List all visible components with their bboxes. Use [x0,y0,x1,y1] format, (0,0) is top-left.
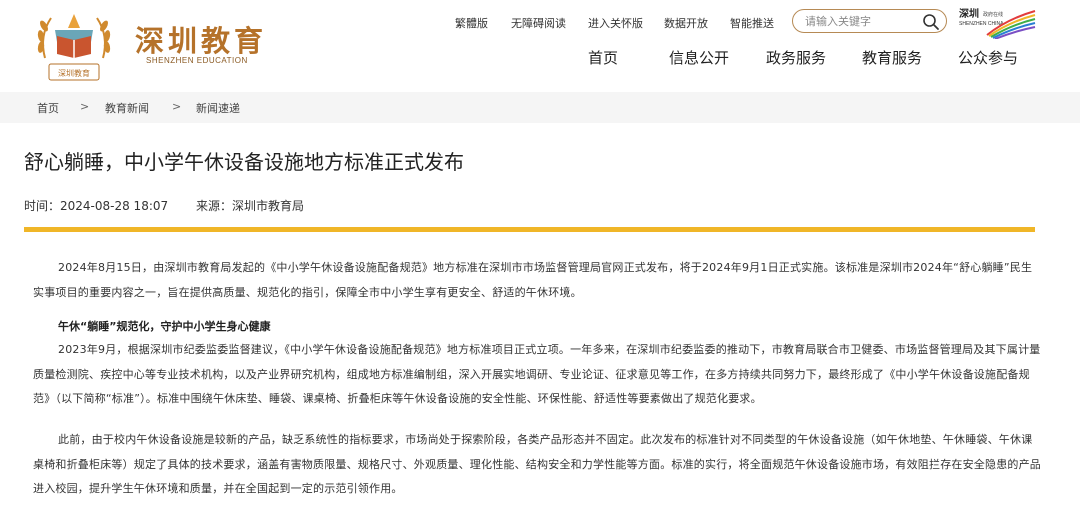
nav-home[interactable]: 首页 [588,47,618,68]
breadcrumb-education-news[interactable]: 教育新闻 [105,100,149,116]
search-icon[interactable] [922,13,940,31]
article-paragraph-1: 2024年8月15日，由深圳市教育局发起的《中小学午休设备设施配备规范》地方标准… [33,261,1033,299]
nav-government-services[interactable]: 政务服务 [766,47,826,68]
shenzhen-education-logo[interactable]: 深圳教育 [33,6,115,86]
brand-title[interactable]: 深圳教育 [135,18,267,60]
logo-lettering: 深圳教育 [58,68,90,78]
care-mode-link[interactable]: 进入关怀版 [588,15,643,31]
nav-education-services[interactable]: 教育服务 [862,47,922,68]
smart-push-link[interactable]: 智能推送 [730,15,774,31]
brand-subtitle: SHENZHEN EDUCATION [146,56,248,65]
breadcrumb-separator: > [80,100,90,113]
article-paragraph-2: 2023年9月，根据深圳市纪委监委监督建议，《中小学午休设备设施配备规范》地方标… [33,343,1041,406]
article-time: 时间：2024-08-28 18:07 [24,199,169,213]
accessible-reading-link[interactable]: 无障碍阅读 [511,15,566,31]
sz-logo-small: 政府在线 [983,11,1003,18]
search-input[interactable] [805,12,915,30]
open-data-link[interactable]: 数据开放 [664,15,708,31]
title-divider [24,227,1035,232]
breadcrumb-home[interactable]: 首页 [37,100,59,116]
site-header: 深圳教育 深圳教育 SHENZHEN EDUCATION 繁體版 无障碍阅读 进… [0,0,1080,92]
article-paragraph-3: 此前，由于校内午休设备设施是较新的产品，缺乏系统性的指标要求，市场尚处于探索阶段… [33,433,1041,496]
search-box [792,9,947,33]
sz-logo-title: 深圳 [959,7,979,20]
nav-public-participation[interactable]: 公众参与 [958,47,1018,68]
article-title: 舒心躺睡，中小学午休设备设施地方标准正式发布 [24,150,464,174]
traditional-chinese-link[interactable]: 繁體版 [455,15,488,31]
breadcrumb-separator: > [172,100,182,113]
breadcrumb-news-express[interactable]: 新闻速递 [196,100,240,116]
breadcrumb: 首页 > 教育新闻 > 新闻速递 [0,92,1080,123]
article-source: 来源：深圳市教育局 [196,199,305,213]
shenzhen-china-logo[interactable]: 深圳 政府在线 SHENZHEN CHINA [957,5,1037,39]
nav-info-disclosure[interactable]: 信息公开 [669,47,729,68]
sz-logo-en: SHENZHEN CHINA [959,21,1004,27]
article-subheading: 午休“躺睡”规范化，守护中小学生身心健康 [58,320,271,333]
